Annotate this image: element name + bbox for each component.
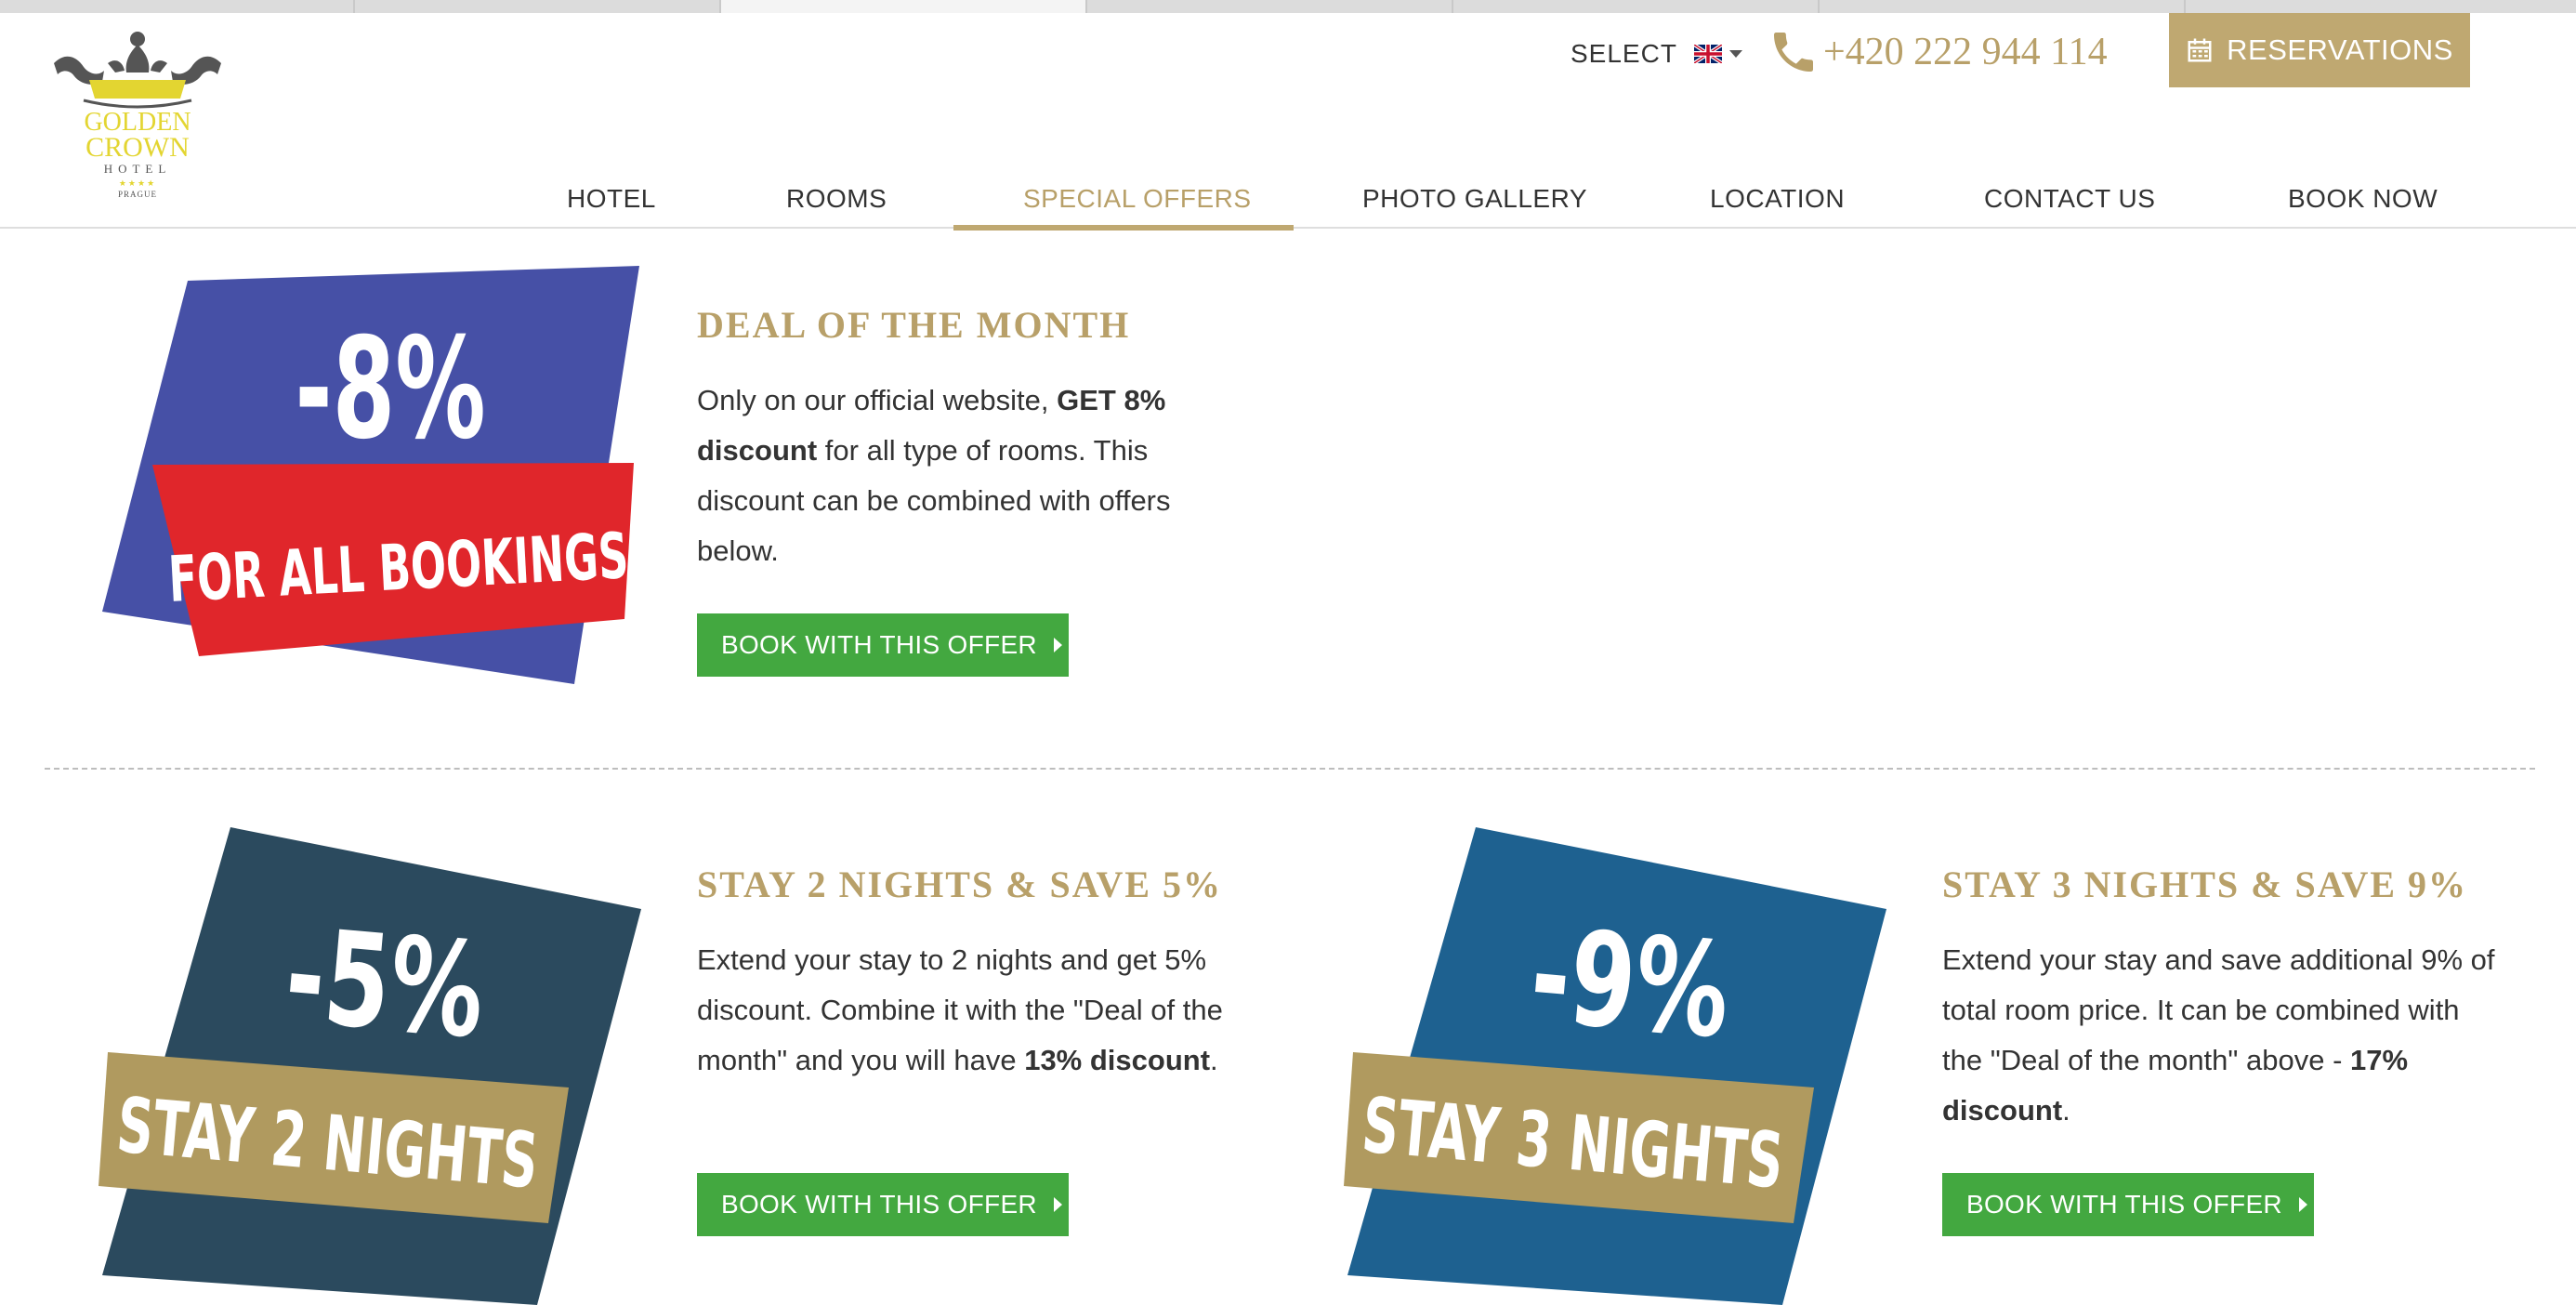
reservations-button[interactable]: RESERVATIONS — [2169, 13, 2470, 87]
nav-item-book-now[interactable]: BOOK NOW — [2288, 184, 2438, 214]
chevron-down-icon — [1728, 50, 1742, 58]
reservations-label: RESERVATIONS — [2227, 33, 2453, 66]
section-divider — [45, 768, 2535, 770]
nav-active-indicator — [953, 225, 1294, 231]
browser-tab[interactable] — [0, 0, 355, 13]
offer-description: Only on our official website, GET 8% dis… — [697, 384, 1171, 567]
book-button-label: BOOK WITH THIS OFFER — [721, 630, 1037, 659]
browser-tab-active[interactable] — [721, 0, 1087, 13]
book-with-offer-button[interactable]: BOOK WITH THIS OFFER — [1942, 1173, 2314, 1236]
language-select-label: SELECT — [1571, 39, 1677, 68]
browser-tab[interactable] — [355, 0, 721, 13]
book-with-offer-button[interactable]: BOOK WITH THIS OFFER — [697, 1173, 1069, 1236]
badge-percent: -8% — [295, 308, 485, 469]
phone-icon — [1774, 33, 1813, 72]
nav-item-location[interactable]: LOCATION — [1710, 184, 1845, 214]
nav-item-special-offers[interactable]: SPECIAL OFFERS — [1023, 184, 1252, 214]
book-button-label: BOOK WITH THIS OFFER — [1966, 1190, 2282, 1219]
browser-tab[interactable] — [1087, 0, 1453, 13]
badge-percent: -9% — [1525, 900, 1735, 1068]
browser-tab[interactable] — [2186, 0, 2576, 13]
uk-flag-icon — [1693, 45, 1722, 63]
language-select[interactable]: SELECT — [1571, 35, 1742, 72]
offer-title: DEAL OF THE MONTH — [697, 304, 1131, 346]
nav-item-contact-us[interactable]: CONTACT US — [1984, 184, 2155, 214]
phone-link[interactable]: +420 222 944 114 — [1768, 26, 2108, 78]
browser-tab-strip — [0, 0, 2576, 13]
browser-tab[interactable] — [1453, 0, 1820, 13]
main-nav: HOTEL ROOMS SPECIAL OFFERS PHOTO GALLERY… — [0, 173, 2576, 231]
caret-right-icon — [1053, 638, 1062, 652]
phone-number: +420 222 944 114 — [1823, 31, 2108, 73]
caret-right-icon — [2298, 1197, 2307, 1212]
logo-text-crown: CROWN — [85, 132, 190, 163]
offer-badge-5-percent: -5% STAY 2 NIGHTS — [99, 827, 641, 1305]
offer-badge-8-percent: -8% FOR ALL BOOKINGS — [102, 266, 639, 684]
offer-description: Extend your stay to 2 nights and get 5% … — [697, 943, 1223, 1076]
book-button-label: BOOK WITH THIS OFFER — [721, 1190, 1037, 1219]
nav-item-rooms[interactable]: ROOMS — [786, 184, 887, 214]
book-with-offer-button[interactable]: BOOK WITH THIS OFFER — [697, 613, 1069, 677]
caret-right-icon — [1053, 1197, 1062, 1212]
browser-tab[interactable] — [1820, 0, 2186, 13]
nav-item-photo-gallery[interactable]: PHOTO GALLERY — [1362, 184, 1587, 214]
offer-badge-9-percent: -9% STAY 3 NIGHTS — [1344, 827, 1886, 1305]
offer-description: Extend your stay and save additional 9% … — [1942, 943, 2495, 1127]
calendar-icon — [2188, 38, 2212, 62]
offer-title: STAY 3 NIGHTS & SAVE 9% — [1942, 863, 2468, 905]
nav-item-hotel[interactable]: HOTEL — [567, 184, 656, 214]
badge-percent: -5% — [280, 900, 490, 1068]
offer-title: STAY 2 NIGHTS & SAVE 5% — [697, 863, 1223, 905]
